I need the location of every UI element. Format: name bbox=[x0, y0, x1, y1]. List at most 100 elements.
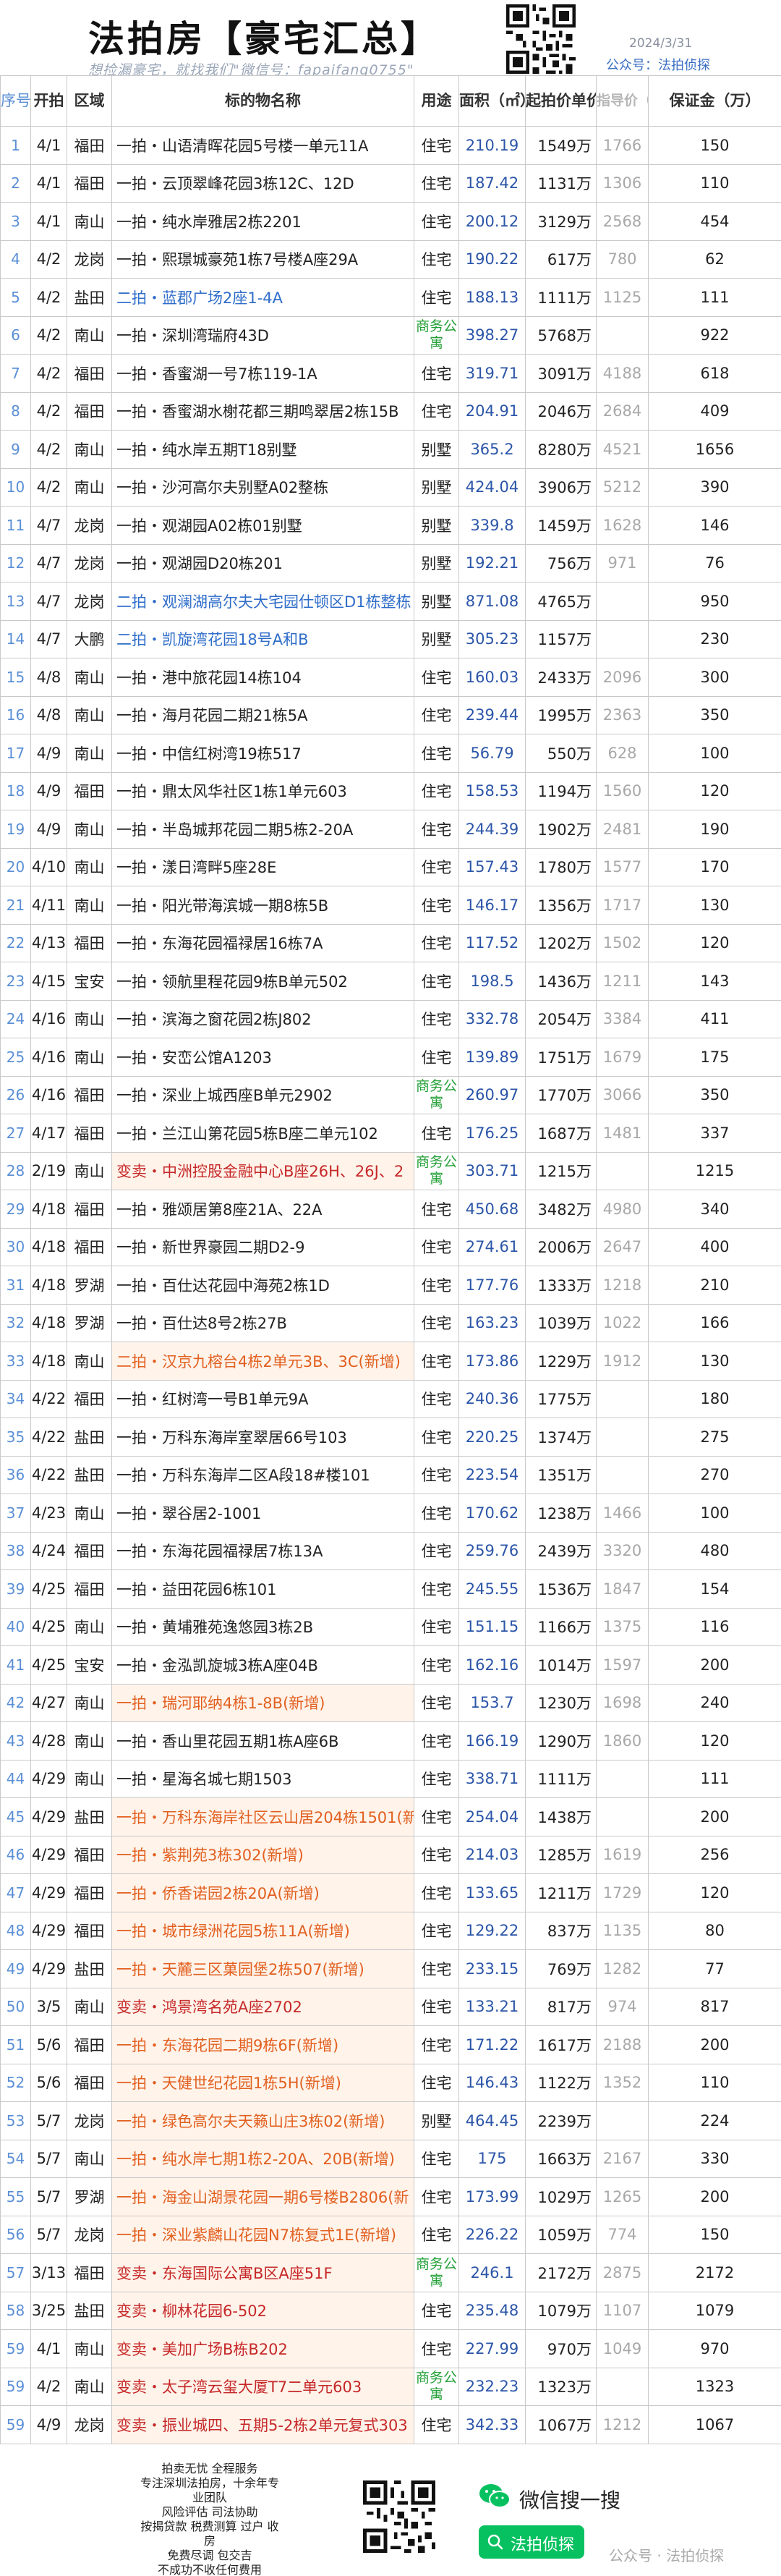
row-index: 4 bbox=[0, 240, 31, 279]
row-property-name: 变卖・中洲控股金融中心B座26H、26J、2 bbox=[111, 1151, 414, 1190]
row-area: 163.23 bbox=[458, 1303, 526, 1342]
row-area: 303.71 bbox=[458, 1151, 526, 1190]
row-auction-date: 4/22 bbox=[30, 1455, 67, 1494]
row-deposit: 116 bbox=[648, 1607, 781, 1646]
table-row: 21 4/11 南山 一拍・阳光带海滨城一期8栋5B 住宅 146.17 1356万 1717… bbox=[0, 886, 781, 925]
row-index: 25 bbox=[0, 1038, 31, 1077]
service-line: 不成功不收任何费用 bbox=[157, 2563, 262, 2576]
row-auction-date: 4/25 bbox=[30, 1645, 67, 1685]
row-deposit: 350 bbox=[648, 1075, 781, 1114]
row-area: 162.16 bbox=[458, 1645, 526, 1685]
row-area: 239.44 bbox=[458, 695, 526, 734]
row-start-price: 1157万 bbox=[525, 619, 597, 658]
row-start-price: 2054万 bbox=[525, 999, 597, 1038]
row-start-price: 1775万 bbox=[525, 1379, 597, 1418]
row-start-price: 1211万 bbox=[525, 1873, 597, 1912]
row-index: 59 bbox=[0, 2405, 31, 2444]
row-index: 58 bbox=[0, 2291, 31, 2330]
row-start-price: 2046万 bbox=[525, 391, 597, 431]
row-start-price: 1751万 bbox=[525, 1038, 597, 1077]
row-auction-date: 4/18 bbox=[30, 1227, 67, 1266]
row-district: 福田 bbox=[67, 1531, 112, 1570]
row-auction-date: 3/5 bbox=[30, 1987, 67, 2026]
row-district: 南山 bbox=[67, 430, 112, 469]
row-start-price: 4765万 bbox=[525, 582, 597, 621]
row-usage: 住宅 bbox=[414, 2025, 459, 2064]
qr-code-icon bbox=[506, 4, 576, 74]
row-auction-date: 2/19 bbox=[30, 1151, 67, 1190]
row-index: 31 bbox=[0, 1266, 31, 1305]
row-property-name: 变卖・鸿景湾名苑A座2702 bbox=[111, 1987, 414, 2026]
row-district: 南山 bbox=[67, 1683, 112, 1722]
row-auction-date: 5/7 bbox=[30, 2177, 67, 2216]
row-auction-date: 4/10 bbox=[30, 847, 67, 886]
row-district: 南山 bbox=[67, 695, 112, 734]
table-row: 29 4/18 福田 一拍・雅颂居第8座21A、22A 住宅 450.68 3482万 498… bbox=[0, 1190, 781, 1229]
row-district: 龙岗 bbox=[67, 582, 112, 621]
row-start-price: 8280万 bbox=[525, 430, 597, 469]
row-start-price: 1356万 bbox=[525, 886, 597, 925]
auction-table: 序号 开拍 区域 标的物名称 用途 面积（㎡） 起拍价单价 指导价（万） 保证金… bbox=[0, 75, 781, 2444]
row-property-name: 一拍・香蜜湖水榭花都三期鸣翠居2栋15B bbox=[111, 391, 414, 431]
row-area: 198.5 bbox=[458, 962, 526, 1001]
row-index: 48 bbox=[0, 1911, 31, 1950]
row-property-name: 一拍・沙河高尔夫别墅A02整栋 bbox=[111, 467, 414, 507]
row-start-price: 1131万 bbox=[525, 164, 597, 203]
row-area: 274.61 bbox=[458, 1227, 526, 1266]
row-auction-date: 4/23 bbox=[30, 1494, 67, 1533]
row-auction-date: 4/29 bbox=[30, 1835, 67, 1874]
row-district: 福田 bbox=[67, 2025, 112, 2064]
row-auction-date: 3/13 bbox=[30, 2253, 67, 2292]
table-row: 59 4/2 南山 变卖・太子湾云玺大厦T7二单元603 商务公寓 232.23 1323万… bbox=[0, 2367, 781, 2406]
row-district: 南山 bbox=[67, 202, 112, 241]
row-property-name: 一拍・侨香诺园2栋20A(新增) bbox=[111, 1873, 414, 1912]
row-property-name: 一拍・山语清晖花园5号楼一单元11A bbox=[111, 126, 414, 165]
service-line: 按揭贷款 税费测算 过户 收房 bbox=[140, 2520, 279, 2548]
wechat-icon bbox=[479, 2484, 511, 2508]
row-district: 盐田 bbox=[67, 1455, 112, 1494]
row-index: 27 bbox=[0, 1114, 31, 1153]
row-index: 37 bbox=[0, 1494, 31, 1533]
row-start-price: 2172万 bbox=[525, 2253, 597, 2292]
row-area: 338.71 bbox=[458, 1759, 526, 1798]
row-start-price: 1238万 bbox=[525, 1494, 597, 1533]
table-row: 30 4/18 福田 一拍・新世界豪园二期D2-9 住宅 274.61 2006万 2647 4… bbox=[0, 1227, 781, 1266]
row-guide-price: 1466 bbox=[596, 1494, 649, 1533]
table-row: 22 4/13 福田 一拍・东海花园福禄居16栋7A 住宅 117.52 1202万 1502… bbox=[0, 923, 781, 962]
row-property-name: 二拍・汉京九榕台4栋2单元3B、3C(新增) bbox=[111, 1342, 414, 1381]
row-usage: 住宅 bbox=[414, 962, 459, 1001]
row-deposit: 77 bbox=[648, 1949, 781, 1988]
row-area: 190.22 bbox=[458, 240, 526, 279]
row-start-price: 970万 bbox=[525, 2329, 597, 2368]
row-guide-price: 1860 bbox=[596, 1721, 649, 1761]
row-usage: 住宅 bbox=[414, 126, 459, 165]
row-index: 32 bbox=[0, 1303, 31, 1342]
row-usage: 住宅 bbox=[414, 2329, 459, 2368]
row-start-price: 1215万 bbox=[525, 1151, 597, 1190]
row-index: 35 bbox=[0, 1418, 31, 1457]
row-guide-price: 3066 bbox=[596, 1075, 649, 1114]
row-deposit: 130 bbox=[648, 1342, 781, 1381]
wechat-search-button[interactable]: 法拍侦探 bbox=[479, 2525, 584, 2559]
row-guide-price: 1502 bbox=[596, 923, 649, 962]
row-auction-date: 4/16 bbox=[30, 1075, 67, 1114]
row-index: 42 bbox=[0, 1683, 31, 1722]
table-row: 15 4/8 南山 一拍・港中旅花园14栋104 住宅 160.03 2433万 2096 30… bbox=[0, 658, 781, 697]
row-auction-date: 4/18 bbox=[30, 1342, 67, 1381]
table-row: 19 4/9 南山 一拍・半岛城邦花园二期5栋2-20A 住宅 244.39 1902万 24… bbox=[0, 810, 781, 849]
row-start-price: 1333万 bbox=[525, 1266, 597, 1305]
row-deposit: 256 bbox=[648, 1835, 781, 1874]
row-property-name: 一拍・安峦公馆A1203 bbox=[111, 1038, 414, 1077]
row-district: 福田 bbox=[67, 164, 112, 203]
row-usage: 住宅 bbox=[414, 1303, 459, 1342]
row-usage: 住宅 bbox=[414, 1114, 459, 1153]
row-deposit: 110 bbox=[648, 164, 781, 203]
table-row: 23 4/15 宝安 一拍・领航里程花园9栋B单元502 住宅 198.5 1436万 121… bbox=[0, 962, 781, 1001]
row-index: 26 bbox=[0, 1075, 31, 1114]
row-area: 117.52 bbox=[458, 923, 526, 962]
row-guide-price: 1698 bbox=[596, 1683, 649, 1722]
row-auction-date: 4/2 bbox=[30, 240, 67, 279]
table-row: 47 4/29 福田 一拍・侨香诺园2栋20A(新增) 住宅 133.65 1211万 172… bbox=[0, 1873, 781, 1912]
row-property-name: 二拍・凯旋湾花园18号A和B bbox=[111, 619, 414, 658]
row-index: 15 bbox=[0, 658, 31, 697]
